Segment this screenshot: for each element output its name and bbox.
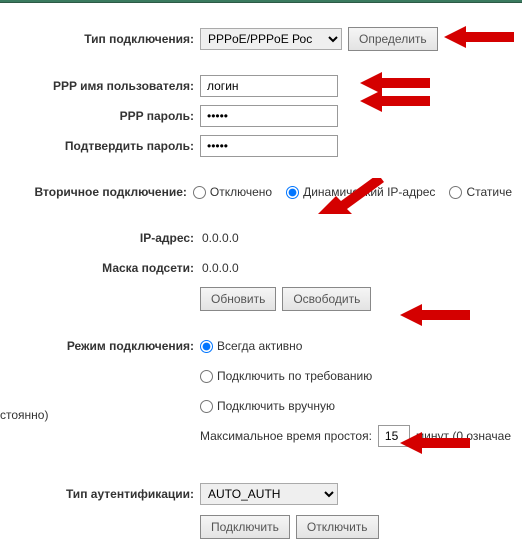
auth-type-select[interactable]: AUTO_AUTH — [200, 483, 338, 505]
secondary-conn-label: Вторичное подключение: — [0, 185, 193, 199]
secondary-static-label: Статиче — [466, 185, 512, 199]
mode-ondemand-label: Подключить по требованию — [217, 369, 372, 383]
form-content: Тип подключения: PPPoE/PPPoE Рос Определ… — [0, 3, 522, 539]
detect-button[interactable]: Определить — [348, 27, 438, 51]
ppp-username-input[interactable] — [200, 75, 338, 97]
ppp-confirm-input[interactable] — [200, 135, 338, 157]
secondary-disabled-label: Отключено — [210, 185, 272, 199]
ip-address-label: IP-адрес: — [0, 231, 200, 245]
secondary-dynamic-radio[interactable] — [286, 186, 299, 199]
mode-manual-radio[interactable] — [200, 400, 213, 413]
secondary-static-radio[interactable] — [449, 186, 462, 199]
mode-always-radio[interactable] — [200, 340, 213, 353]
mode-manual-label: Подключить вручную — [217, 399, 335, 413]
ppp-confirm-label: Подтвердить пароль: — [0, 139, 200, 153]
ppp-password-input[interactable] — [200, 105, 338, 127]
secondary-disabled-radio[interactable] — [193, 186, 206, 199]
ppp-password-label: PPP пароль: — [0, 109, 200, 123]
ppp-username-label: PPP имя пользователя: — [0, 79, 200, 93]
connection-type-select[interactable]: PPPoE/PPPoE Рос — [200, 28, 342, 50]
auth-type-label: Тип аутентификации: — [0, 487, 200, 501]
idle-prefix: Максимальное время простоя: — [200, 429, 372, 443]
subnet-mask-label: Маска подсети: — [0, 261, 200, 275]
connection-mode-label: Режим подключения: — [0, 339, 200, 353]
refresh-button[interactable]: Обновить — [200, 287, 276, 311]
edge-truncated-text: стоянно) — [0, 408, 48, 422]
connect-button[interactable]: Подключить — [200, 515, 290, 539]
idle-suffix: минут (0 означае — [416, 429, 511, 443]
ip-address-value: 0.0.0.0 — [200, 231, 239, 245]
mode-always-label: Всегда активно — [217, 339, 302, 353]
subnet-mask-value: 0.0.0.0 — [200, 261, 239, 275]
secondary-dynamic-label: Динамический IP-адрес — [303, 185, 435, 199]
mode-ondemand-radio[interactable] — [200, 370, 213, 383]
idle-time-input[interactable] — [378, 425, 410, 447]
disconnect-button[interactable]: Отключить — [296, 515, 379, 539]
release-button[interactable]: Освободить — [282, 287, 371, 311]
connection-type-label: Тип подключения: — [0, 32, 200, 46]
